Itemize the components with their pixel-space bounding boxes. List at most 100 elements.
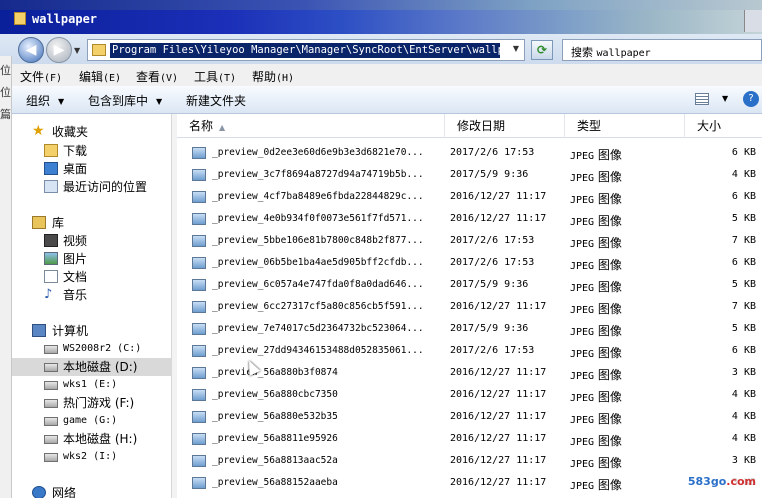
network-icon: [32, 486, 46, 498]
address-bar[interactable]: Program Files\Yileyoo Manager\Manager\Sy…: [87, 39, 525, 61]
back-button[interactable]: ◀: [18, 37, 44, 63]
file-size: 6 KB: [731, 257, 756, 268]
file-name: _preview_27dd94346153488d052835061...: [212, 345, 424, 356]
file-row[interactable]: _preview_56a8813aac52a 2016/12/27 11:17 JP…: [177, 450, 762, 472]
recent-places-icon: [44, 180, 58, 193]
jpeg-file-icon: [192, 147, 206, 159]
column-type[interactable]: 类型: [565, 114, 685, 138]
file-name: _preview_4e0b934f0f0073e561f7fd571...: [212, 213, 424, 224]
file-name: _preview_6c057a4e747fda0f8a0dad646...: [212, 279, 424, 290]
file-size: 6 KB: [731, 147, 756, 158]
menu-tools[interactable]: 工具(T): [194, 68, 236, 85]
file-row[interactable]: _preview_4cf7ba8489e6fbda22844829c... 201…: [177, 186, 762, 208]
nav-drive[interactable]: game (G:): [12, 412, 171, 430]
address-path[interactable]: Program Files\Yileyoo Manager\Manager\Sy…: [110, 43, 500, 58]
column-modified[interactable]: 修改日期: [445, 114, 565, 138]
navigation-pane: ★ 收藏夹 下载 桌面 最近访问的位置 库 视频 图片 文档 ♪ 音乐 计算机 …: [12, 114, 171, 498]
file-name: _preview_0d2ee3e60d6e9b3e3d6821e70...: [212, 147, 424, 158]
file-name: _preview_56a8813aac52a: [212, 455, 338, 466]
file-row[interactable]: _preview_06b5be1ba4ae5d905bff2cfdb... 201…: [177, 252, 762, 274]
jpeg-file-icon: [192, 213, 206, 225]
file-row[interactable]: _preview_4e0b934f0f0073e561f7fd571... 201…: [177, 208, 762, 230]
jpeg-file-icon: [192, 411, 206, 423]
file-row[interactable]: _preview_27dd94346153488d052835061... 201…: [177, 340, 762, 362]
file-name: _preview_56a88152aaeba: [212, 477, 338, 488]
menu-view[interactable]: 查看(V): [136, 68, 178, 85]
organize-button[interactable]: 组织 ▼: [26, 92, 64, 109]
file-row[interactable]: _preview_56a880b3f0874 2016/12/27 11:17 JP…: [177, 362, 762, 384]
nav-drive[interactable]: 热门游戏 (F:): [12, 394, 171, 412]
file-name: _preview_56a880b3f0874: [212, 367, 338, 378]
nav-favorites[interactable]: ★ 收藏夹: [12, 123, 171, 141]
view-options-icon[interactable]: [695, 93, 709, 105]
sort-up-icon: ▲: [219, 123, 226, 132]
file-row[interactable]: _preview_6cc27317cf5a80c856cb5f591... 201…: [177, 296, 762, 318]
nav-recent-places[interactable]: 最近访问的位置: [12, 178, 171, 196]
nav-drive[interactable]: 本地磁盘 (H:): [12, 430, 171, 448]
nav-videos[interactable]: 视频: [12, 232, 171, 250]
jpeg-file-icon: [192, 235, 206, 247]
column-name[interactable]: 名称 ▲: [177, 114, 445, 138]
file-row[interactable]: _preview_0d2ee3e60d6e9b3e3d6821e70... 201…: [177, 142, 762, 164]
file-size: 4 KB: [731, 411, 756, 422]
arrow-left-icon: ◀: [25, 42, 37, 58]
nav-computer[interactable]: 计算机: [12, 322, 171, 340]
file-row[interactable]: _preview_3c7f8694a8727d94a74719b5b... 201…: [177, 164, 762, 186]
file-date: 2016/12/27 11:17: [450, 411, 547, 422]
recent-pages-dropdown[interactable]: ▼: [74, 46, 80, 55]
jpeg-file-icon: [192, 477, 206, 489]
music-icon: ♪: [44, 287, 53, 302]
file-row[interactable]: _preview_7e74017c5d2364732bc523064... 201…: [177, 318, 762, 340]
file-row[interactable]: _preview_56a880cbc7350 2016/12/27 11:17 JP…: [177, 384, 762, 406]
nav-pictures[interactable]: 图片: [12, 250, 171, 268]
file-size: 3 KB: [731, 367, 756, 378]
nav-downloads[interactable]: 下载: [12, 142, 171, 160]
nav-desktop[interactable]: 桌面: [12, 160, 171, 178]
nav-drive[interactable]: WS2008r2 (C:): [12, 340, 171, 358]
column-size[interactable]: 大小: [685, 114, 762, 138]
file-row[interactable]: _preview_6c057a4e747fda0f8a0dad646... 201…: [177, 274, 762, 296]
file-date: 2016/12/27 11:17: [450, 477, 547, 488]
download-folder-icon: [44, 144, 58, 157]
file-row[interactable]: _preview_56a8811e95926 2016/12/27 11:17 JP…: [177, 428, 762, 450]
jpeg-file-icon: [192, 279, 206, 291]
file-row[interactable]: _preview_56a880e532b35 2016/12/27 11:17 JP…: [177, 406, 762, 428]
menu-help[interactable]: 帮助(H): [252, 68, 294, 85]
chevron-down-icon: ▼: [58, 97, 65, 106]
file-type: JPEG 图像: [570, 368, 622, 382]
file-type: JPEG 图像: [570, 280, 622, 294]
nav-network[interactable]: 网络: [12, 484, 171, 498]
file-name: _preview_06b5be1ba4ae5d905bff2cfdb...: [212, 257, 424, 268]
nav-drive[interactable]: wks2 (I:): [12, 448, 171, 466]
file-name: _preview_4cf7ba8489e6fbda22844829c...: [212, 191, 424, 202]
file-size: 5 KB: [731, 323, 756, 334]
search-label: 搜索: [571, 46, 593, 59]
computer-icon: [32, 324, 46, 337]
file-type: JPEG 图像: [570, 324, 622, 338]
file-name: _preview_56a880e532b35: [212, 411, 338, 422]
menu-file[interactable]: 文件(F): [20, 68, 62, 85]
include-library-button[interactable]: 包含到库中 ▼: [88, 92, 162, 109]
file-name: _preview_56a880cbc7350: [212, 389, 338, 400]
nav-documents[interactable]: 文档: [12, 268, 171, 286]
nav-drive[interactable]: wks1 (E:): [12, 376, 171, 394]
help-icon[interactable]: ?: [743, 91, 759, 107]
menu-edit[interactable]: 编辑(E): [79, 68, 121, 85]
file-date: 2017/5/9 9:36: [450, 323, 529, 334]
forward-button[interactable]: ▶: [46, 37, 72, 63]
new-folder-button[interactable]: 新建文件夹: [186, 92, 246, 109]
column-header: 名称 ▲ 修改日期 类型 大小: [177, 114, 762, 138]
file-size: 4 KB: [731, 433, 756, 444]
jpeg-file-icon: [192, 169, 206, 181]
chevron-down-icon[interactable]: ▼: [510, 44, 522, 56]
chevron-down-icon[interactable]: ▼: [722, 94, 728, 103]
nav-libraries[interactable]: 库: [12, 214, 171, 232]
file-row[interactable]: _preview_5bbe106e81b7800c848b2f877... 201…: [177, 230, 762, 252]
file-row[interactable]: _preview_56a88152aaeba 2016/12/27 11:17 JP…: [177, 472, 762, 494]
search-input[interactable]: 搜索 wallpaper: [562, 39, 762, 61]
file-type: JPEG 图像: [570, 302, 622, 316]
refresh-button[interactable]: ⟳: [531, 40, 553, 60]
nav-drive-selected[interactable]: 本地磁盘 (D:): [12, 358, 171, 376]
window-control-button[interactable]: [744, 10, 762, 32]
nav-music[interactable]: ♪ 音乐: [12, 286, 171, 304]
